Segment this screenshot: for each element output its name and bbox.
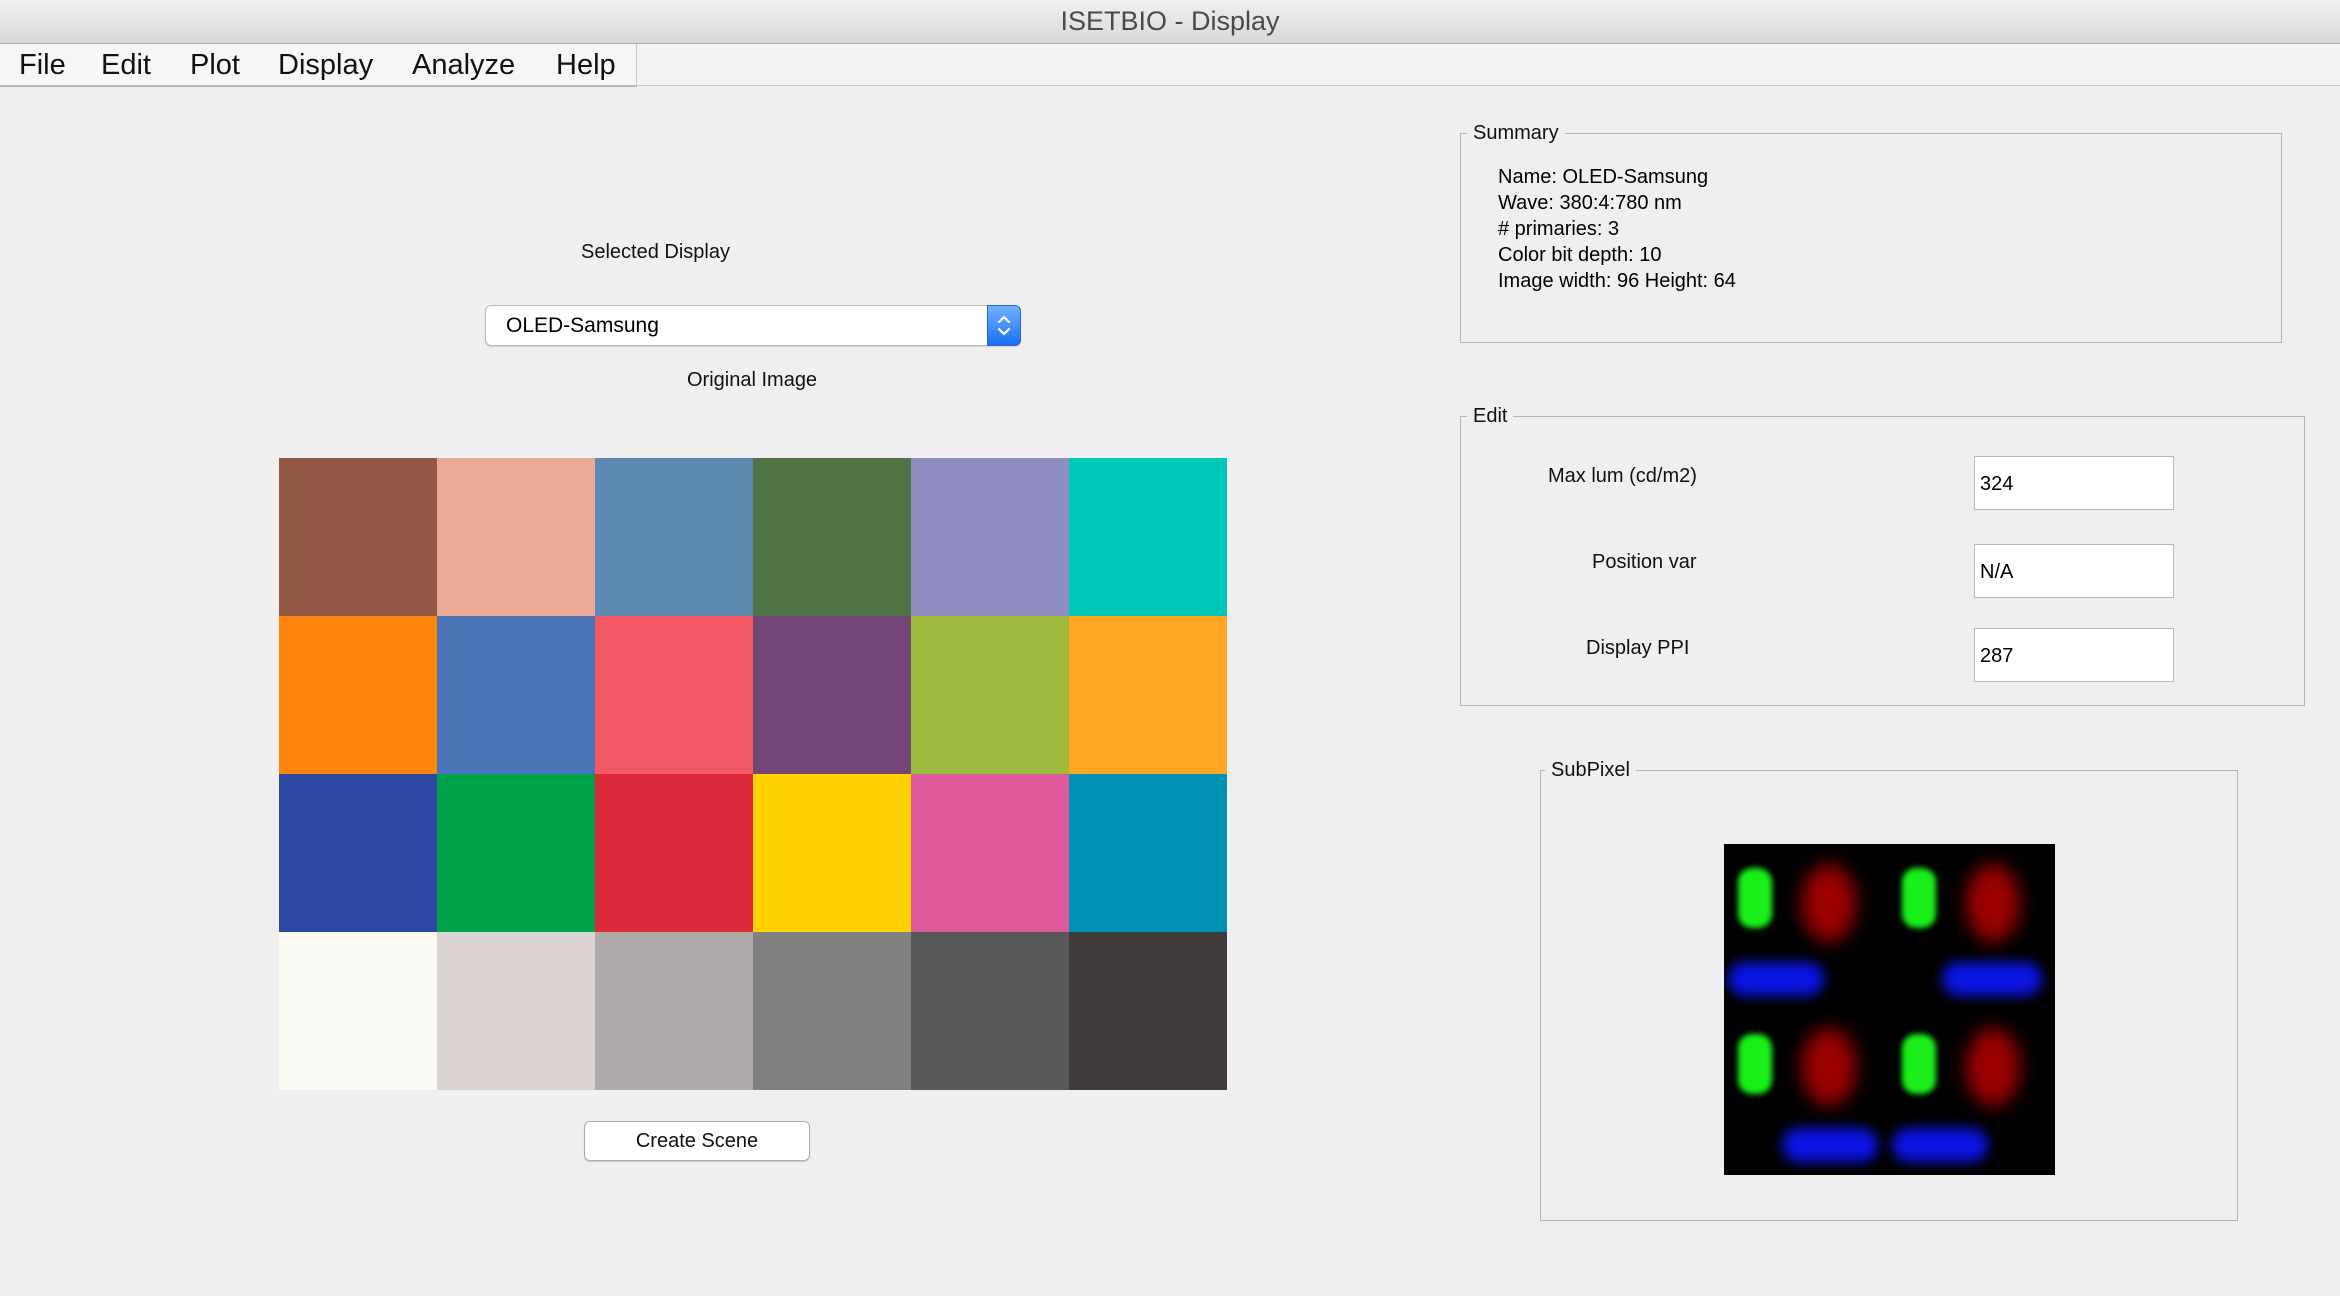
red-subpixel: [1802, 1028, 1856, 1106]
blue-subpixel: [1892, 1128, 1988, 1162]
color-patch-17: [911, 774, 1069, 932]
color-patch-2: [437, 458, 595, 616]
color-patch-9: [595, 616, 753, 774]
menu-help[interactable]: Help: [556, 44, 616, 85]
color-patch-22: [753, 932, 911, 1090]
color-patch-13: [279, 774, 437, 932]
color-patch-11: [911, 616, 1069, 774]
blue-subpixel: [1728, 962, 1824, 996]
select-arrows-icon[interactable]: [987, 305, 1021, 346]
color-patch-1: [279, 458, 437, 616]
green-subpixel: [1738, 1034, 1772, 1094]
summary-panel: Summary Name: OLED-Samsung Wave: 380:4:7…: [1460, 120, 2282, 343]
summary-wave: Wave: 380:4:780 nm: [1498, 192, 1682, 214]
color-patch-5: [911, 458, 1069, 616]
selected-display-label: Selected Display: [581, 241, 730, 263]
edit-title: Edit: [1467, 403, 1514, 429]
color-patch-24: [1069, 932, 1227, 1090]
color-patch-14: [437, 774, 595, 932]
summary-primaries: # primaries: 3: [1498, 218, 1620, 240]
position-var-field[interactable]: N/A: [1974, 544, 2174, 598]
display-select[interactable]: OLED-Samsung: [485, 305, 1021, 346]
red-subpixel: [1966, 1028, 2020, 1106]
menu-analyze[interactable]: Analyze: [412, 44, 515, 85]
color-patch-18: [1069, 774, 1227, 932]
subpixel-image: [1724, 844, 2055, 1175]
color-patch-8: [437, 616, 595, 774]
red-subpixel: [1966, 864, 2020, 942]
display-ppi-field[interactable]: 287: [1974, 628, 2174, 682]
menu-bar: File Edit Plot Display Analyze Help: [0, 44, 637, 87]
window-title-bar: ISETBIO - Display: [0, 0, 2340, 44]
color-patch-20: [437, 932, 595, 1090]
subpixel-title: SubPixel: [1545, 757, 1636, 783]
color-patch-21: [595, 932, 753, 1090]
edit-panel: Edit: [1460, 403, 2305, 706]
color-patch-12: [1069, 616, 1227, 774]
max-lum-field[interactable]: 324: [1974, 456, 2174, 510]
color-patch-23: [911, 932, 1069, 1090]
menu-file[interactable]: File: [19, 44, 66, 85]
menu-edit[interactable]: Edit: [101, 44, 151, 85]
red-subpixel: [1802, 864, 1856, 942]
menu-plot[interactable]: Plot: [190, 44, 240, 85]
original-image-label: Original Image: [687, 369, 818, 391]
blue-subpixel: [1942, 962, 2042, 996]
position-var-label: Position var: [1592, 551, 1697, 573]
original-image-color-checker: [279, 458, 1227, 1090]
window-title: ISETBIO - Display: [1060, 6, 1280, 36]
menu-bar-filler: [637, 44, 2340, 86]
green-subpixel: [1902, 1034, 1936, 1094]
create-scene-button[interactable]: Create Scene: [584, 1121, 810, 1161]
color-patch-10: [753, 616, 911, 774]
summary-title: Summary: [1467, 120, 1565, 146]
color-patch-16: [753, 774, 911, 932]
display-select-value: OLED-Samsung: [506, 314, 659, 337]
summary-name: Name: OLED-Samsung: [1498, 166, 1709, 188]
color-patch-6: [1069, 458, 1227, 616]
summary-image-size: Image width: 96 Height: 64: [1498, 270, 1736, 292]
summary-bit-depth: Color bit depth: 10: [1498, 244, 1662, 266]
color-patch-15: [595, 774, 753, 932]
blue-subpixel: [1782, 1128, 1878, 1162]
color-patch-7: [279, 616, 437, 774]
max-lum-label: Max lum (cd/m2): [1548, 465, 1697, 487]
color-patch-3: [595, 458, 753, 616]
color-patch-19: [279, 932, 437, 1090]
menu-display[interactable]: Display: [278, 44, 373, 85]
green-subpixel: [1738, 868, 1772, 928]
green-subpixel: [1902, 868, 1936, 928]
color-patch-4: [753, 458, 911, 616]
display-ppi-label: Display PPI: [1586, 637, 1690, 659]
